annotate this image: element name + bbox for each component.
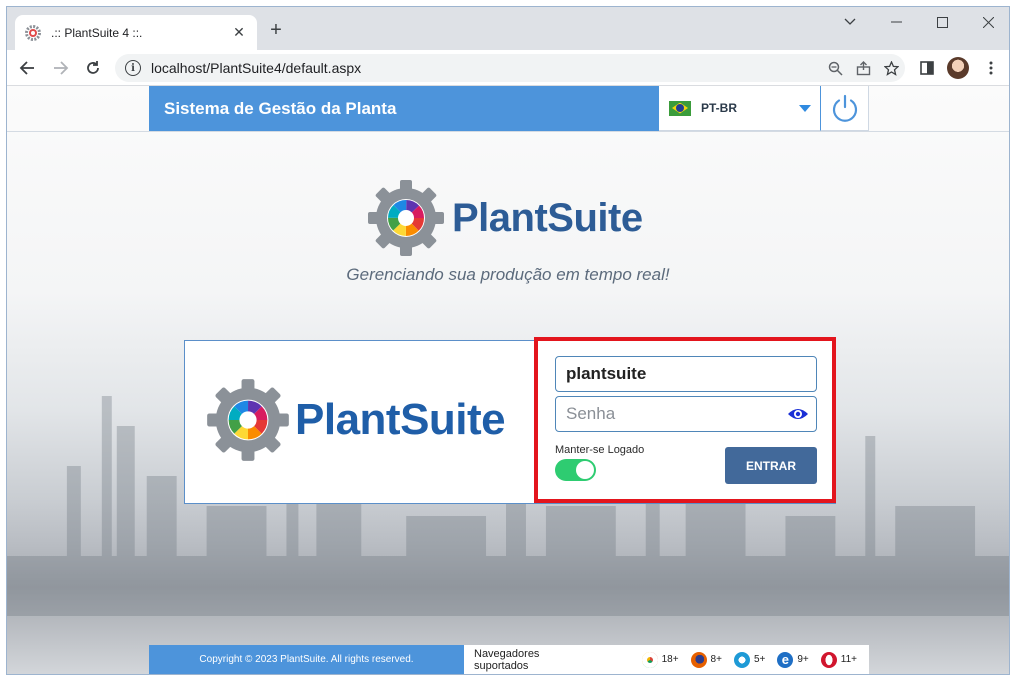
chrome-icon [641, 651, 658, 668]
password-placeholder: Senha [566, 404, 616, 423]
browser-toolbar: i localhost/PlantSuite4/default.aspx [7, 50, 1009, 86]
url-text: localhost/PlantSuite4/default.aspx [151, 60, 362, 76]
card-brand-logo: PlantSuite [205, 377, 506, 463]
browser-chrome: 18+ [641, 651, 679, 668]
firefox-icon [690, 651, 707, 668]
browser-safari: 5+ [733, 651, 766, 668]
ie-icon: e [777, 651, 794, 668]
site-info-icon[interactable]: i [125, 60, 141, 76]
supported-browsers-bar: Navegadores suportados 18+ 8+ 5+ e 9+ 11… [464, 645, 869, 674]
chrome-version: 18+ [661, 654, 679, 665]
firefox-version: 8+ [710, 654, 722, 665]
footer-copyright-bar: Copyright © 2023 PlantSuite. All rights … [149, 645, 464, 674]
keep-logged-toggle[interactable] [555, 459, 596, 481]
safari-icon [733, 651, 750, 668]
browser-tab[interactable]: .:: PlantSuite 4 ::. ✕ [15, 15, 257, 50]
maximize-button[interactable] [919, 7, 965, 37]
close-window-button[interactable] [965, 7, 1009, 37]
browser-opera: 11+ [820, 651, 857, 668]
gear-logo-icon [368, 180, 444, 256]
opera-icon [820, 651, 837, 668]
system-title: Sistema de Gestão da Planta [164, 98, 397, 118]
language-selector[interactable]: PT-BR [659, 86, 821, 131]
safari-version: 5+ [753, 654, 766, 665]
browser-menu-icon[interactable] [979, 56, 1003, 80]
card-brand-name: PlantSuite [295, 395, 506, 444]
ie-version: 9+ [797, 654, 809, 665]
power-icon [832, 94, 857, 122]
side-panel-icon[interactable] [915, 56, 939, 80]
tab-search-icon[interactable] [827, 7, 873, 37]
header-divider [7, 131, 1009, 132]
share-icon[interactable] [849, 54, 877, 82]
tagline: Gerenciando sua produção em tempo real! [346, 265, 670, 284]
title-bar: .:: PlantSuite 4 ::. ✕ + [7, 7, 1009, 50]
minimize-button[interactable] [873, 7, 919, 37]
username-value: plantsuite [566, 364, 647, 383]
reload-button[interactable] [81, 56, 105, 80]
browser-window: .:: PlantSuite 4 ::. ✕ + i localhost/Pla… [6, 6, 1010, 675]
bookmark-star-icon[interactable] [877, 54, 905, 82]
tab-close-icon[interactable]: ✕ [231, 24, 247, 41]
forward-button[interactable] [49, 56, 73, 80]
password-field[interactable]: Senha [555, 396, 817, 432]
login-card: PlantSuite plantsuite Senha Manter-se Lo… [184, 337, 836, 504]
language-code: PT-BR [701, 101, 737, 115]
zoom-out-icon[interactable] [821, 54, 849, 82]
system-header: Sistema de Gestão da Planta [149, 86, 659, 131]
copyright-text: Copyright © 2023 PlantSuite. All rights … [199, 654, 414, 665]
brazil-flag-icon [669, 100, 691, 116]
show-password-eye-icon[interactable] [784, 407, 812, 421]
page-bottom-border [7, 674, 1009, 675]
new-tab-button[interactable]: + [265, 19, 287, 41]
brand-logo: PlantSuite [366, 178, 643, 258]
brand-name: PlantSuite [452, 195, 643, 240]
login-form: plantsuite Senha Manter-se Logado ENTRAR [534, 337, 836, 503]
toggle-knob [576, 461, 594, 479]
opera-version: 11+ [840, 654, 857, 665]
supported-browsers-label: Navegadores suportados [474, 647, 540, 672]
address-bar[interactable]: i localhost/PlantSuite4/default.aspx [115, 54, 905, 82]
browser-firefox: 8+ [690, 651, 722, 668]
browser-ie: e 9+ [777, 651, 809, 668]
tab-title: .:: PlantSuite 4 ::. [51, 25, 143, 40]
profile-avatar[interactable] [947, 57, 969, 79]
login-button[interactable]: ENTRAR [725, 447, 817, 484]
power-button[interactable] [820, 86, 869, 131]
keep-logged-label: Manter-se Logado [555, 444, 645, 456]
back-button[interactable] [15, 56, 39, 80]
plantsuite-favicon-icon [25, 24, 41, 41]
gear-logo-icon [207, 379, 289, 461]
dropdown-caret-icon [799, 104, 811, 112]
username-field[interactable]: plantsuite [555, 356, 817, 392]
page-content: Sistema de Gestão da Planta PT-BR PlantS… [7, 86, 1009, 675]
